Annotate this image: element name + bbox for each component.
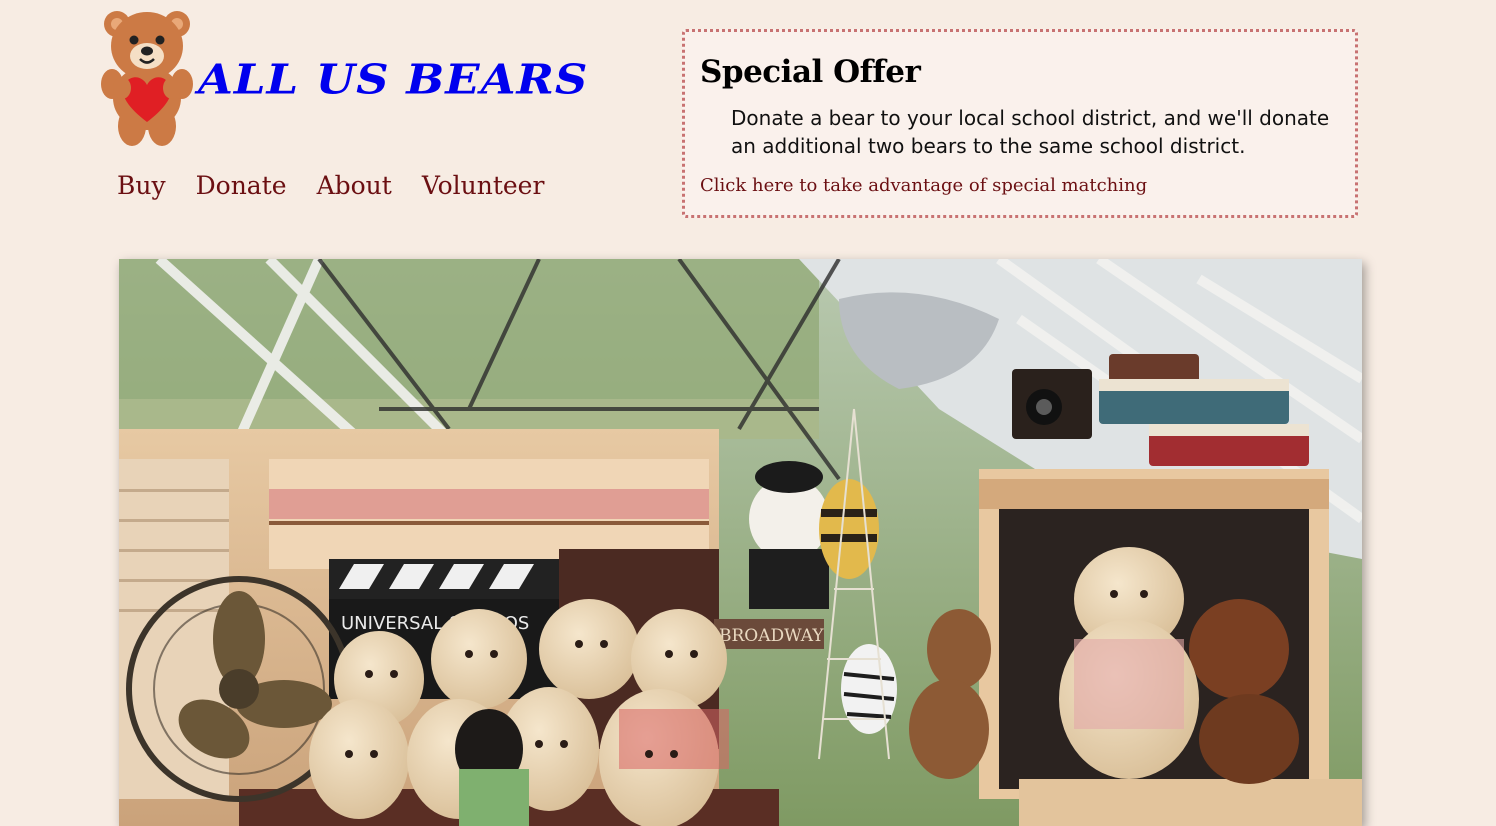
nav-link-donate[interactable]: Donate xyxy=(196,168,287,204)
main-nav: Buy Donate About Volunteer xyxy=(117,168,544,204)
nav-link-about[interactable]: About xyxy=(317,168,392,204)
brand-name[interactable]: ALL US BEARS xyxy=(198,52,588,107)
bear-logo-icon[interactable] xyxy=(100,6,194,148)
special-offer-box: Special Offer Donate a bear to your loca… xyxy=(682,29,1358,218)
special-matching-link[interactable]: Click here to take advantage of special … xyxy=(700,173,1147,199)
special-offer-title: Special Offer xyxy=(700,54,921,90)
hero-image: UNIVERSAL STUDIOS BROADWAY xyxy=(119,259,1362,826)
broadway-sign-text: BROADWAY xyxy=(719,626,824,646)
nav-link-buy[interactable]: Buy xyxy=(117,168,166,204)
special-offer-body: Donate a bear to your local school distr… xyxy=(731,106,1330,158)
nav-link-volunteer[interactable]: Volunteer xyxy=(422,168,545,204)
